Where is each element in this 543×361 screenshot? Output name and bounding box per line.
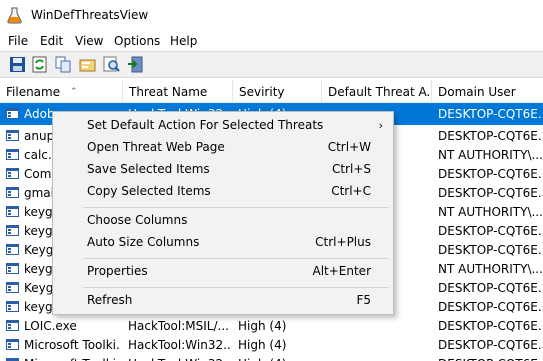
cell-severity: High (4) — [238, 353, 320, 361]
menu-item-properties[interactable]: Properties Alt+Enter — [53, 261, 393, 282]
menu-edit[interactable]: Edit — [40, 34, 63, 48]
menu-separator — [83, 258, 389, 259]
menu-item-refresh[interactable]: Refresh F5 — [53, 290, 393, 311]
column-header-domain-user[interactable]: Domain User — [432, 81, 543, 103]
table-row[interactable]: Microsoft Toolki... HackTool:Win32... Hi… — [0, 353, 543, 361]
toolbar — [0, 51, 543, 78]
file-icon — [6, 149, 19, 160]
menu-item-label: Open Threat Web Page — [87, 140, 225, 154]
properties-icon[interactable] — [79, 56, 96, 73]
cell-domain-user: DESKTOP-CQT6E... — [438, 353, 543, 361]
file-icon — [6, 301, 19, 312]
menu-item-auto-size-columns[interactable]: Auto Size Columns Ctrl+Plus — [53, 232, 393, 253]
menu-item-set-default-action[interactable]: Set Default Action For Selected Threats … — [53, 115, 393, 136]
menu-help[interactable]: Help — [170, 34, 197, 48]
menu-item-shortcut: Ctrl+C — [331, 184, 371, 198]
window-title: WinDefThreatsView — [31, 8, 149, 22]
column-header-filename[interactable]: Filename ⌃ — [0, 81, 123, 103]
menu-item-choose-columns[interactable]: Choose Columns — [53, 210, 393, 231]
menu-item-shortcut: Ctrl+S — [331, 162, 371, 176]
file-icon — [6, 168, 19, 179]
menu-separator — [83, 287, 389, 288]
file-icon — [6, 339, 19, 350]
menu-item-label: Copy Selected Items — [87, 184, 211, 198]
menu-options[interactable]: Options — [114, 34, 160, 48]
column-header-label: Filename — [6, 85, 61, 99]
refresh-icon[interactable] — [31, 56, 48, 73]
column-header-default-threat-action[interactable]: Default Threat A... — [322, 81, 432, 103]
file-icon — [6, 320, 19, 331]
file-icon — [6, 282, 19, 293]
menu-item-copy-selected-items[interactable]: Copy Selected Items Ctrl+C — [53, 181, 393, 202]
menu-item-shortcut: Ctrl+Plus — [315, 235, 371, 249]
menu-item-shortcut: Alt+Enter — [312, 264, 371, 278]
file-icon — [6, 187, 19, 198]
cell-domain-user: DESKTOP-CQT6E... — [438, 107, 543, 121]
app-flask-icon — [7, 7, 22, 24]
cell-default-action — [327, 353, 430, 361]
file-icon — [6, 225, 19, 236]
menu-file[interactable]: File — [8, 34, 28, 48]
file-icon — [6, 263, 19, 274]
copy-icon[interactable] — [55, 56, 72, 73]
cell-filename: Microsoft Toolki... — [24, 353, 121, 361]
file-icon — [6, 130, 19, 141]
menu-separator — [83, 207, 389, 208]
column-header-severity[interactable]: Sevirity — [233, 81, 322, 103]
menu-item-label: Properties — [87, 264, 148, 278]
file-icon — [6, 108, 19, 119]
title-bar: WinDefThreatsView — [0, 0, 543, 31]
context-menu: Set Default Action For Selected Threats … — [52, 111, 394, 315]
cell-threat-name: HackTool:Win32... — [128, 353, 231, 361]
menu-view[interactable]: View — [75, 34, 103, 48]
sort-up-icon: ⌃ — [70, 87, 78, 97]
save-icon[interactable] — [9, 56, 26, 73]
file-icon — [6, 244, 19, 255]
menu-item-label: Auto Size Columns — [87, 235, 200, 249]
menu-item-shortcut: Ctrl+W — [327, 140, 371, 154]
find-icon[interactable] — [103, 56, 120, 73]
menu-item-shortcut: F5 — [356, 293, 371, 307]
column-header-threat-name[interactable]: Threat Name — [123, 81, 233, 103]
menu-item-label: Save Selected Items — [87, 162, 210, 176]
menu-item-label: Choose Columns — [87, 213, 188, 227]
list-header: Filename ⌃ Threat Name Sevirity Default … — [0, 81, 543, 103]
menu-bar: File Edit View Options Help — [0, 31, 543, 51]
menu-item-open-threat-web-page[interactable]: Open Threat Web Page Ctrl+W — [53, 137, 393, 158]
file-icon — [6, 206, 19, 217]
menu-item-label: Refresh — [87, 293, 133, 307]
chevron-right-icon: › — [378, 119, 383, 132]
exit-icon[interactable] — [127, 56, 144, 73]
menu-item-save-selected-items[interactable]: Save Selected Items Ctrl+S — [53, 159, 393, 180]
menu-item-label: Set Default Action For Selected Threats — [87, 118, 324, 132]
